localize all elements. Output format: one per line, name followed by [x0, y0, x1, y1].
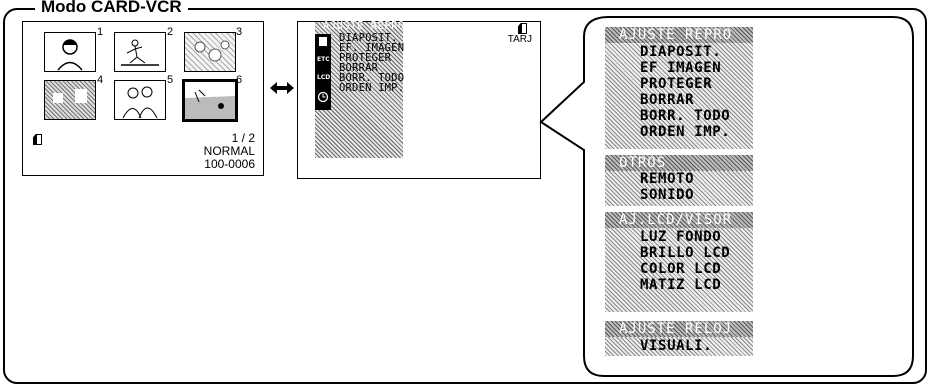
balloon-item[interactable]: VISUALI.: [640, 339, 712, 353]
balloon-item[interactable]: DIAPOSIT.: [640, 45, 721, 59]
thumbnail[interactable]: [44, 80, 96, 120]
balloon-item[interactable]: ORDEN IMP.: [640, 125, 730, 139]
balloon-item[interactable]: MATIZ LCD: [640, 278, 721, 292]
thumbnail-screen: 1 2 3 4 5 6 1 / 2 NORMAL 100-0006: [22, 21, 264, 176]
card-icon: [518, 23, 527, 34]
media-label: TARJ: [507, 34, 532, 45]
thumbnail[interactable]: [184, 32, 236, 72]
balloon-item[interactable]: LUZ FONDO: [640, 230, 721, 244]
stretching-person-icon: [121, 39, 159, 66]
thumbnail[interactable]: [114, 80, 166, 120]
thumbnail-number: 6: [236, 74, 243, 86]
quality-label: NORMAL: [203, 144, 255, 158]
group-header: AJUSTE RELOJ: [605, 321, 753, 337]
menu-item[interactable]: ORDEN IMP.: [339, 83, 404, 94]
balloon-item[interactable]: BORRAR: [640, 93, 694, 107]
thumbnail-number: 5: [167, 74, 174, 86]
beach-icon: [185, 89, 235, 119]
card-category-icon[interactable]: [317, 36, 329, 48]
file-number: 100-0006: [204, 157, 255, 171]
flowers-icon: [194, 40, 230, 62]
thumbnail-number: 2: [167, 26, 174, 38]
mode-title: Modo CARD-VCR: [35, 0, 188, 16]
group-header: OTROS: [605, 155, 753, 171]
balloon-item[interactable]: COLOR LCD: [640, 262, 721, 276]
menu-category-icons: ETC LCD: [315, 34, 331, 110]
couple-icon: [122, 86, 158, 119]
thumbnail-number: 1: [97, 26, 104, 38]
balloon-item[interactable]: BORR. TODO: [640, 109, 730, 123]
balloon-item[interactable]: BRILLO LCD: [640, 246, 730, 260]
group-header: AJ.LCD/VISOR: [605, 212, 753, 228]
balloon-item[interactable]: EF IMAGEN: [640, 61, 721, 75]
landscape-icon: [53, 89, 87, 103]
double-arrow-icon: [270, 82, 294, 94]
thumbnail[interactable]: [44, 32, 96, 72]
clock-category-icon[interactable]: [317, 91, 329, 103]
card-icon: [33, 134, 42, 145]
thumbnail[interactable]: [114, 32, 166, 72]
page-indicator: 1 / 2: [231, 131, 255, 145]
etc-category-icon[interactable]: ETC: [317, 54, 330, 66]
portrait-woman-icon: [57, 39, 83, 71]
balloon-item[interactable]: SONIDO: [640, 188, 694, 202]
balloon-item[interactable]: REMOTO: [640, 172, 694, 186]
menu-header: AJUSTE REPRO: [323, 20, 405, 32]
menu-screen: AJUSTE REPRO ETC LCD DIAPOSIT. EF. IMAGE…: [297, 21, 541, 179]
selected-thumbnail[interactable]: [182, 79, 238, 122]
thumbnail-number: 4: [97, 74, 104, 86]
group-header: AJUSTE REPRO: [605, 27, 753, 43]
balloon-item[interactable]: PROTEGER: [640, 77, 712, 91]
lcd-category-icon[interactable]: LCD: [317, 72, 330, 84]
thumbnail-number: 3: [236, 26, 243, 38]
